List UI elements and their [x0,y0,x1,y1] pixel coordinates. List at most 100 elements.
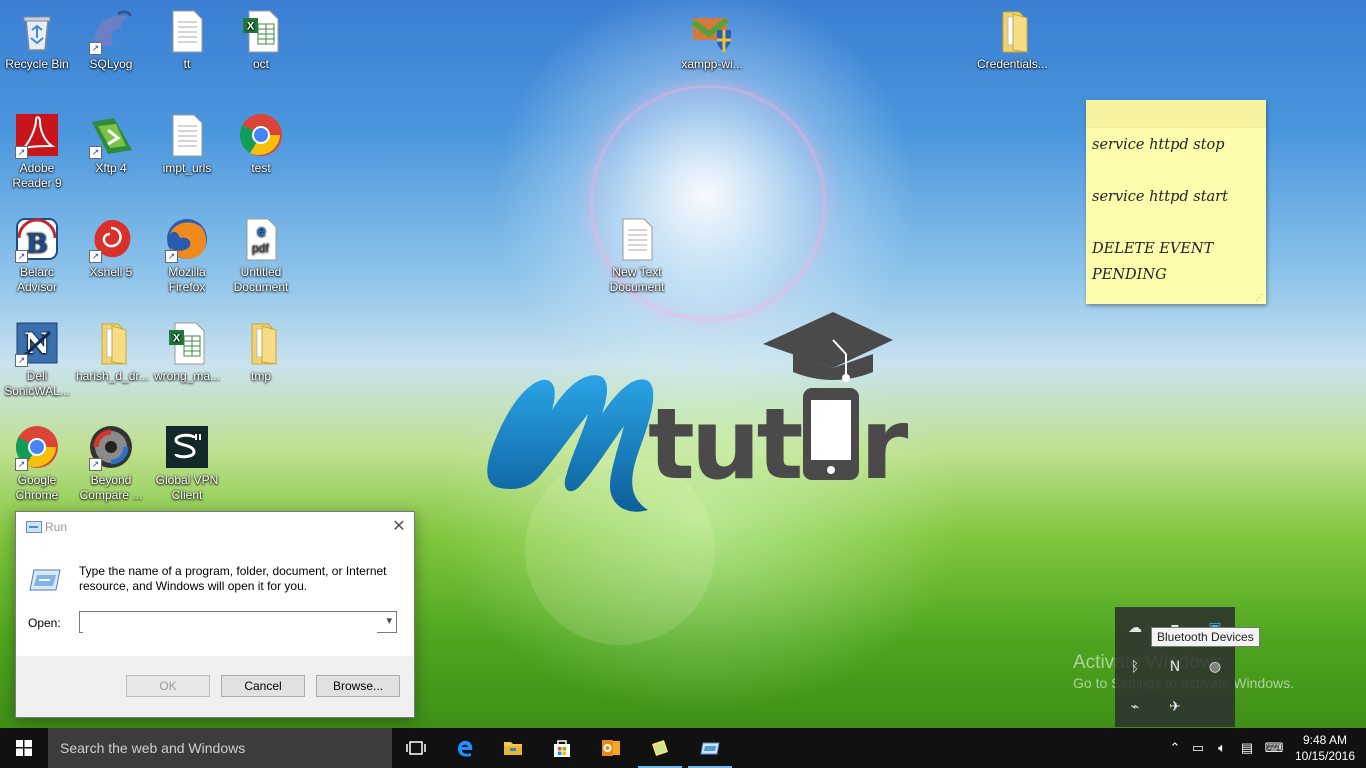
browse-button[interactable]: Browse... [316,675,400,697]
desktop-icon-harish-folder[interactable]: harish_d_dr... [74,320,149,384]
tooltip: Bluetooth Devices [1151,627,1260,647]
keyboard-icon[interactable]: ⌨ [1260,728,1288,768]
excel-file-icon: X [164,320,210,366]
taskbar: Search the web and Windows ⌃ ▭ 🔈︎ ▤ ⌨ 9:… [0,728,1366,768]
clock-date: 10/15/2016 [1294,749,1356,763]
desktop-icon-firefox[interactable]: ↗ Mozilla Firefox [150,216,224,295]
desktop-icon-sqlyog[interactable]: ↗ SQLyog [74,8,148,72]
desktop-icon-google-chrome[interactable]: ↗ Google Chrome [0,424,74,503]
bluetooth-icon[interactable]: ᛒ [1125,657,1145,677]
chevron-down-icon[interactable]: ▾ [386,614,392,627]
outlook-icon [602,740,620,756]
sticky-note-line: service httpd stop [1092,137,1225,153]
firefox-icon: ↗ [164,216,210,263]
svg-text:tut: tut [648,388,802,502]
pdf-file-icon: e pdf [238,216,284,262]
desktop-icon-impt-urls[interactable]: impt_urls [150,112,224,176]
desktop-icon-beyond-compare[interactable]: ↗ Beyond Compare ... [74,424,148,503]
taskbar-file-explorer[interactable] [489,728,537,768]
text-file-icon [164,112,210,158]
mtutor-logo: tut r [487,312,909,512]
xftp-icon: ↗ [88,112,134,159]
svg-text:X: X [173,333,181,345]
desktop-icon-dell-sonicwall[interactable]: N ↗ Dell SonicWAL... [0,320,74,399]
sticky-note-header[interactable] [1086,100,1266,128]
sticky-note-line: service httpd start [1092,189,1228,205]
text-file-icon [614,216,660,262]
desktop[interactable]: tut r Recycle Bin ↗ SQLyog tt X oct xamp… [0,0,1366,728]
installer-icon [689,8,735,54]
windows-logo-icon [16,740,32,756]
desktop-icon-tt[interactable]: tt [150,8,224,72]
taskbar-outlook[interactable] [587,728,635,768]
taskbar-sticky-notes[interactable] [636,728,684,768]
satellite-icon[interactable]: ⌁ [1125,697,1145,717]
file-explorer-icon [504,742,522,755]
volume-icon[interactable]: 🔈︎ [1210,728,1234,768]
ok-button[interactable]: OK [126,675,210,697]
desktop-icon-xampp[interactable]: xampp-wi... [675,8,749,72]
svg-text:e: e [257,223,266,240]
show-hidden-icons-button[interactable]: ⌃ [1164,728,1186,768]
taskbar-store[interactable] [538,728,586,768]
globe-icon[interactable]: ◍ [1205,657,1225,677]
run-icon [700,742,720,755]
folder-icon [88,320,134,366]
adobe-reader-icon: ↗ [14,112,60,159]
airplane-icon[interactable]: ✈ [1165,697,1185,717]
cancel-button[interactable]: Cancel [221,675,305,697]
search-box[interactable]: Search the web and Windows [48,728,392,768]
desktop-icon-untitled-document[interactable]: e pdf Untitled Document [224,216,298,295]
tray-overflow-popup: ☁ ▪ ▣ ᛒ N ◍ ⌁ ✈ [1115,607,1235,727]
run-program-icon [29,569,61,591]
resize-grip-icon[interactable]: ⋰ [1255,293,1263,302]
belarc-icon: B ↗ [14,216,60,263]
taskbar-edge[interactable] [441,728,489,768]
desktop-icon-adobe-reader[interactable]: ↗ Adobe Reader 9 [0,112,74,191]
run-icon [26,521,42,533]
svg-text:X: X [247,21,255,33]
sqlyog-icon: ↗ [88,8,134,55]
desktop-icon-xshell[interactable]: ↗ Xshell 5 [74,216,148,280]
excel-file-icon: X [238,8,284,54]
open-input[interactable] [83,613,377,633]
desktop-icon-new-text-document[interactable]: New Text Document [600,216,674,295]
desktop-icon-global-vpn-client[interactable]: Global VPN Client [150,424,224,503]
folder-icon [238,320,284,366]
run-dialog: Run ✕ Type the name of a program, folder… [15,511,415,718]
sticky-note-line: PENDING [1092,267,1167,283]
sonicwall-tray-icon[interactable]: N [1165,657,1185,677]
edge-icon [458,740,473,757]
run-title: Run [45,520,68,534]
vpn-client-icon [164,424,210,470]
sonicwall-icon: N ↗ [14,320,60,367]
desktop-icon-recycle-bin[interactable]: Recycle Bin [0,8,74,72]
run-title-bar[interactable]: Run ✕ [16,512,414,542]
sticky-note-line: DELETE EVENT [1092,241,1214,257]
close-button[interactable]: ✕ [384,512,414,542]
svg-text:r: r [860,388,909,502]
desktop-icon-tmp[interactable]: tmp [224,320,298,384]
desktop-icon-belarc-advisor[interactable]: B ↗ Belarc Advisor [0,216,74,295]
svg-text:B: B [26,229,48,259]
task-view-icon [406,741,426,755]
task-view-button[interactable] [392,728,440,768]
sticky-note[interactable]: service httpd stop service httpd start D… [1086,100,1266,304]
start-button[interactable] [0,728,48,768]
open-combobox[interactable]: ▾ [79,611,397,633]
onedrive-icon[interactable]: ☁ [1125,618,1145,638]
text-file-icon [164,8,210,54]
desktop-icon-test[interactable]: test [224,112,298,176]
action-center-icon[interactable]: ▤ [1234,728,1260,768]
desktop-icon-oct[interactable]: X oct [224,8,298,72]
recycle-bin-icon [14,8,60,54]
folder-icon [989,8,1035,54]
store-icon [554,740,570,757]
desktop-icon-credentials[interactable]: Credentials... [975,8,1049,72]
taskbar-clock[interactable]: 9:48 AM 10/15/2016 [1290,732,1360,764]
battery-icon[interactable]: ▭ [1186,728,1210,768]
taskbar-run[interactable] [686,728,734,768]
desktop-icon-xftp[interactable]: ↗ Xftp 4 [74,112,148,176]
run-description: Type the name of a program, folder, docu… [79,564,387,593]
desktop-icon-wrong-ma[interactable]: X wrong_ma... [150,320,224,384]
